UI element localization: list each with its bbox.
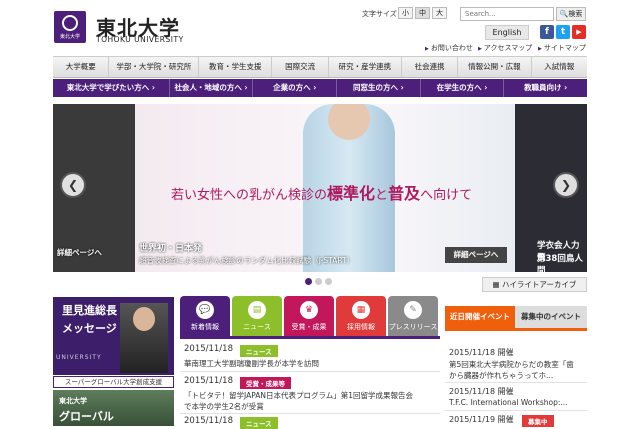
- nav-item-faculties[interactable]: 学部・大学院・研究所: [109, 57, 200, 77]
- crest-icon: [62, 15, 78, 31]
- news-divider: [180, 371, 440, 372]
- news-date: 2015/11/18: [184, 376, 233, 386]
- super-global-banner[interactable]: スーパーグローバル大学創成支援: [53, 376, 174, 388]
- audience-community[interactable]: 社会人・地域の方へ: [170, 79, 254, 97]
- tab-label: 受賞・成果: [291, 323, 327, 331]
- president-face: [133, 307, 155, 331]
- news-divider: [180, 413, 440, 414]
- global-banner-title: グローバル: [59, 410, 114, 423]
- pen-icon: ✎: [404, 301, 422, 319]
- event-divider: [445, 382, 587, 383]
- carousel-dot-2[interactable]: [315, 278, 322, 285]
- carousel-dot-3[interactable]: [325, 278, 332, 285]
- audience-staff[interactable]: 教職員向け: [504, 79, 587, 97]
- nav-item-admissions[interactable]: 入試情報: [532, 57, 587, 77]
- chat-icon: 💬: [196, 301, 214, 319]
- news-tab-underline: [180, 336, 440, 339]
- university-watermark: UNIVERSITY: [56, 354, 102, 361]
- prev-slide-detail-link[interactable]: 詳細ページへ: [57, 247, 102, 258]
- font-size-medium-button[interactable]: 中: [415, 7, 430, 19]
- hero-caption-title: 世界初・日本発: [139, 244, 203, 254]
- tab-recruitment[interactable]: ▦ 採用情報: [336, 296, 386, 336]
- nav-item-research[interactable]: 研究・産学連携: [329, 57, 402, 77]
- audience-students[interactable]: 在学生の方へ: [421, 79, 505, 97]
- tab-recent-events[interactable]: 近日開催イベント: [445, 306, 515, 328]
- news-link-line2[interactable]: で本学の学生2名が受賞: [184, 401, 264, 412]
- event-link-line2[interactable]: から臓器が作れちゃうってホ...: [449, 370, 553, 381]
- audience-nav: 東北大学で学びたい方へ 社会人・地域の方へ 企業の方へ 同窓生の方へ 在学生の方…: [53, 79, 587, 97]
- nav-item-about[interactable]: 大学概要: [53, 57, 110, 77]
- nav-item-disclosure[interactable]: 情報公開・広報: [458, 57, 532, 77]
- event-badge: 募集中: [522, 415, 554, 427]
- twitter-icon[interactable]: t: [556, 25, 570, 39]
- news-badge: ニュース: [240, 345, 278, 357]
- president-message-label: メッセージ: [62, 322, 117, 335]
- carousel-next-icon[interactable]: ❯: [553, 172, 579, 198]
- news-link[interactable]: 華南理工大学副瑞瓊副学長が本学を訪問: [184, 358, 319, 369]
- tab-label: 採用情報: [347, 323, 375, 331]
- font-size-label: 文字サイズ: [362, 10, 397, 18]
- tab-label: 新着情報: [191, 323, 219, 331]
- tab-label: プレスリリース: [388, 323, 438, 331]
- next-slide-caption-2: 第38回鳥人間: [537, 254, 583, 272]
- tab-recruiting-events[interactable]: 募集中のイベント: [515, 306, 587, 328]
- carousel-dot-1[interactable]: [305, 278, 312, 285]
- hero-headline: 若い女性への乳がん検診の標準化と普及へ向けて: [171, 184, 473, 203]
- highlight-archive-button[interactable]: ▦ ハイライトアーカイブ: [482, 277, 587, 292]
- news-date: 2015/11/18: [184, 416, 233, 426]
- sitemap-link[interactable]: サイトマップ: [538, 43, 586, 53]
- news-date: 2015/11/18: [184, 344, 233, 354]
- tab-latest[interactable]: 💬 新着情報: [180, 296, 230, 336]
- tab-label: ニュース: [243, 323, 271, 331]
- tab-awards[interactable]: ♛ 受賞・成果: [284, 296, 334, 336]
- access-map-link[interactable]: アクセスマップ: [478, 43, 532, 53]
- event-date: 2015/11/19 開催: [449, 415, 514, 424]
- president-name: 里見進総長: [62, 304, 117, 317]
- logo-mark-text: 東北大学: [59, 34, 80, 40]
- hero-caption-subtitle: 超音波検査による乳がん検診のランダム化比較試験（J-START）: [139, 256, 355, 265]
- carousel-prev-icon[interactable]: ❮: [60, 172, 86, 198]
- font-size-small-button[interactable]: 小: [398, 7, 413, 19]
- search-input[interactable]: [460, 7, 554, 21]
- event-link[interactable]: 第5回東北大学病院からだの教室「歯: [449, 359, 574, 370]
- tab-press-release[interactable]: ✎ プレスリリース: [388, 296, 438, 336]
- nav-item-education[interactable]: 教育・学生支援: [199, 57, 273, 77]
- english-button[interactable]: English: [485, 25, 529, 40]
- event-date: 2015/11/18 開催: [449, 348, 514, 357]
- grid-icon: ▦: [492, 280, 503, 289]
- crown-icon: ♛: [300, 301, 318, 319]
- global-nav: 大学概要 学部・大学院・研究所 教育・学生支援 国際交流 研究・産学連携 社会連…: [53, 56, 587, 78]
- font-size-large-button[interactable]: 大: [432, 7, 447, 19]
- event-link[interactable]: T.F.C. International Workshop:...: [449, 398, 568, 407]
- news-link[interactable]: 「トビタテ！留学JAPAN日本代表プログラム」第1回留学成果報告会: [184, 390, 413, 401]
- audience-prospective[interactable]: 東北大学で学びたい方へ: [53, 79, 170, 97]
- logo-title-en: TOHOKU UNIVERSITY: [96, 35, 184, 44]
- news-badge: ニュース: [240, 417, 278, 429]
- global-banner-sub: 東北大学: [59, 397, 87, 405]
- nav-item-international[interactable]: 国際交流: [272, 57, 329, 77]
- youtube-icon[interactable]: ▶: [572, 25, 586, 39]
- event-divider: [445, 410, 587, 411]
- document-icon: ▤: [248, 301, 266, 319]
- events-tab-underline: [445, 328, 587, 331]
- event-date: 2015/11/18 開催: [449, 387, 514, 396]
- grid-icon: ▦: [352, 301, 370, 319]
- news-badge: 受賞・成果等: [240, 377, 291, 389]
- university-logo-mark[interactable]: 東北大学: [54, 11, 86, 43]
- facebook-icon[interactable]: f: [540, 25, 554, 39]
- audience-companies[interactable]: 企業の方へ: [253, 79, 338, 97]
- hero-carousel[interactable]: 若い女性への乳がん検診の標準化と普及へ向けて 詳細ページへ 世界初・日本発 超音…: [53, 104, 587, 272]
- tab-news[interactable]: ▤ ニュース: [232, 296, 282, 336]
- hero-detail-button[interactable]: 詳細ページへ: [445, 247, 507, 263]
- nav-item-community[interactable]: 社会連携: [402, 57, 459, 77]
- search-button[interactable]: 🔍検索: [556, 7, 586, 21]
- audience-alumni[interactable]: 同窓生の方へ: [337, 79, 421, 97]
- contact-link[interactable]: お問い合わせ: [425, 43, 473, 53]
